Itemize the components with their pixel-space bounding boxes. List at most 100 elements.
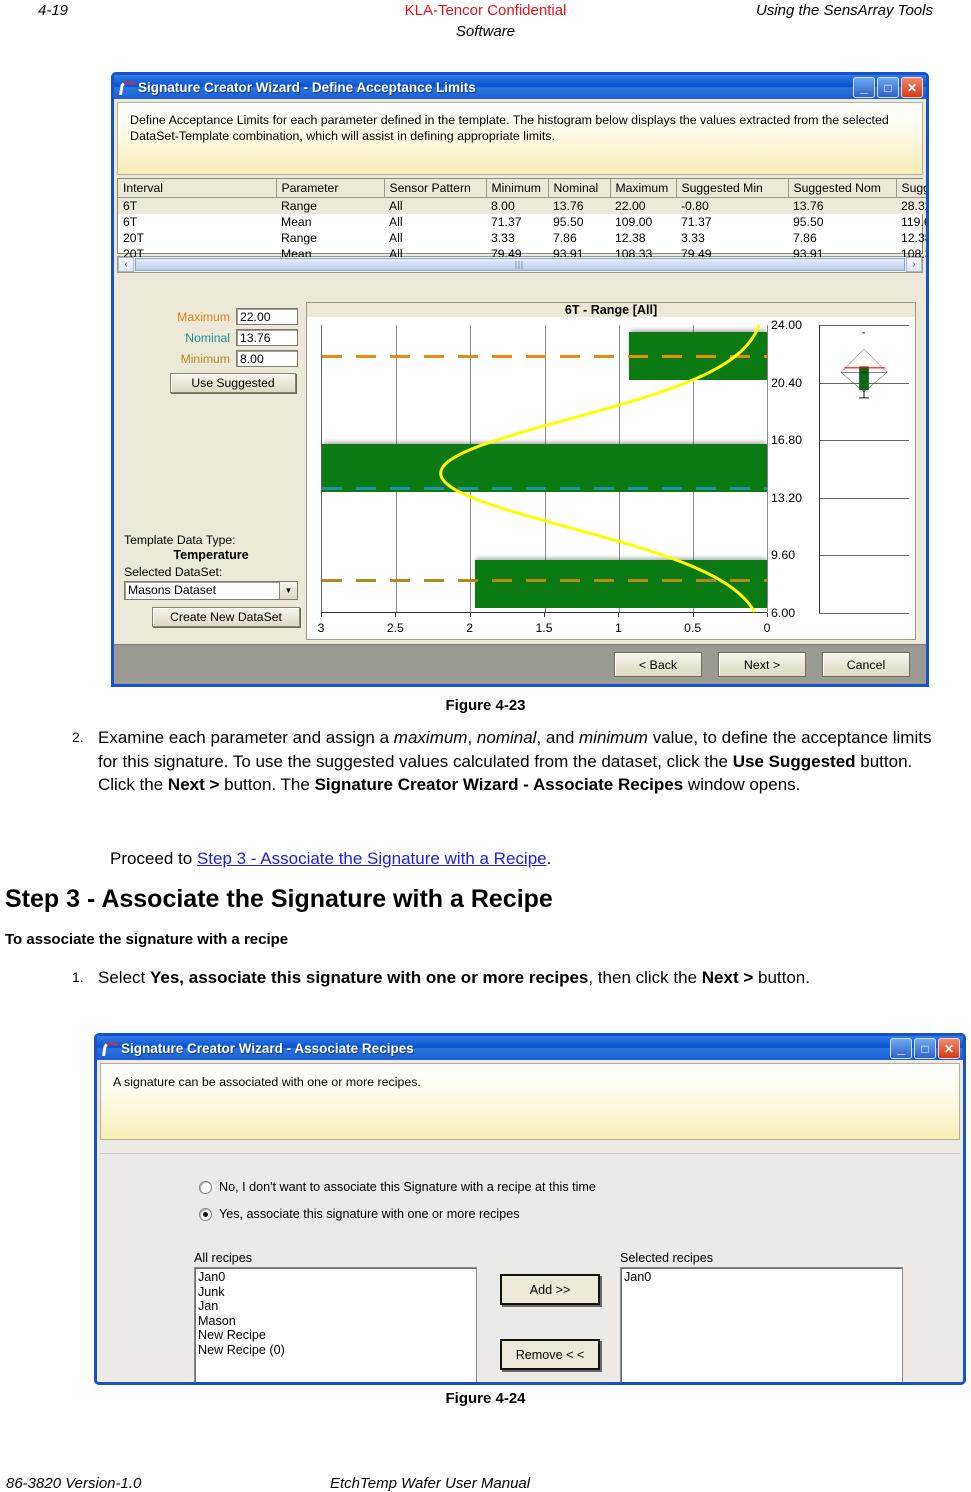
radio-no-associate[interactable]: No, I don't want to associate this Signa… (199, 1180, 596, 1194)
maximize-button[interactable]: □ (877, 77, 899, 98)
table-cell: 28.32 (896, 197, 926, 214)
nominal-row: Nominal 13.76 (120, 329, 298, 346)
column-header-0[interactable]: Interval (118, 179, 277, 198)
dataset-combobox[interactable]: Masons Dataset ▼ (124, 581, 298, 600)
column-header-6[interactable]: Suggested Min (676, 179, 789, 198)
selected-recipes-listbox[interactable]: Jan0 (620, 1267, 903, 1382)
box-plot-graphic (823, 332, 905, 407)
close-button[interactable]: ✕ (938, 1038, 960, 1059)
dialog1-banner: Define Acceptance Limits for each parame… (117, 102, 923, 175)
column-header-3[interactable]: Minimum (486, 179, 549, 198)
list-item[interactable]: Mason (198, 1314, 473, 1329)
x-axis-tick (692, 613, 694, 617)
proceed-text: Proceed to Step 3 - Associate the Signat… (110, 849, 552, 868)
table-cell: 13.76 (788, 197, 896, 214)
maximum-input[interactable]: 22.00 (236, 308, 298, 325)
y-axis-gridline (819, 555, 909, 557)
grid-horizontal-scrollbar[interactable]: ‹ › (117, 256, 923, 273)
cancel-button[interactable]: Cancel (822, 652, 910, 677)
y-axis-tick-label: 24.00 (771, 318, 803, 332)
maximum-label: Maximum (177, 309, 230, 324)
table-cell: 20T (123, 231, 145, 245)
maximize-button[interactable]: □ (914, 1038, 936, 1059)
chevron-down-icon[interactable]: ▼ (279, 582, 297, 599)
dialog2-title-bar[interactable]: Signature Creator Wizard - Associate Rec… (97, 1036, 963, 1060)
step-1-number: 1. (72, 969, 84, 985)
scrollbar-track[interactable] (134, 257, 906, 272)
all-recipes-label: All recipes (194, 1251, 253, 1265)
create-new-dataset-button[interactable]: Create New DataSet (152, 607, 300, 627)
nominal-input[interactable]: 13.76 (236, 329, 298, 346)
radio-yes-associate[interactable]: Yes, associate this signature with one o… (199, 1207, 596, 1221)
table-header-row: Interval Parameter Sensor Pattern Minimum No… (118, 179, 926, 198)
next-button[interactable]: Next > (718, 652, 806, 677)
chart-plot-area[interactable] (321, 325, 768, 613)
list-item[interactable]: New Recipe (0) (198, 1343, 473, 1358)
table-cell: 22.00 (610, 197, 676, 214)
table-cell: 3.33 (681, 231, 705, 245)
y-axis-line (819, 325, 820, 613)
column-header-4[interactable]: Nominal (548, 179, 611, 198)
dialog1-title-bar[interactable]: Signature Creator Wizard - Define Accept… (114, 75, 926, 99)
list-item[interactable]: Jan0 (198, 1270, 473, 1285)
column-header-5[interactable]: Maximum (610, 179, 677, 198)
column-header-8[interactable]: Suggested M (896, 179, 926, 198)
scroll-right-arrow[interactable]: › (906, 257, 922, 272)
y-axis-tick-label: 16.80 (771, 433, 803, 448)
list-item[interactable]: Jan0 (624, 1270, 899, 1285)
table-cell: 71.37 (491, 215, 522, 229)
x-axis-tick-label: 1.5 (535, 621, 553, 635)
radio-button-icon[interactable] (199, 1180, 212, 1194)
table-cell: 3.33 (491, 231, 515, 245)
dialog-associate-recipes: Signature Creator Wizard - Associate Rec… (94, 1033, 966, 1385)
minimize-button[interactable]: _ (890, 1038, 912, 1059)
table-row[interactable]: 6T Range All 8.00 13.76 22.00 -0.80 13.76 28.32 (118, 197, 926, 214)
dialog1-button-bar: < Back Next > Cancel (114, 644, 926, 684)
scrollbar-thumb[interactable] (135, 258, 905, 271)
all-recipes-listbox[interactable]: Jan0 Junk Jan Mason New Recipe New Recipe (0) (194, 1267, 477, 1382)
table-cell: All (384, 197, 486, 214)
maximum-row: Maximum 22.00 (120, 308, 298, 325)
column-header-2[interactable]: Sensor Pattern (384, 179, 487, 198)
x-axis-tick-label: 0 (763, 621, 771, 635)
list-item[interactable]: New Recipe (198, 1328, 473, 1343)
column-header-1[interactable]: Parameter (276, 179, 385, 198)
all-recipes-section: All recipes Jan0 Junk Jan Mason New Recipe Ne… (194, 1251, 477, 1382)
box-plot-panel: 24.00 20.40 16.80 13.20 9.60 6.00 (771, 318, 909, 620)
back-button[interactable]: < Back (614, 652, 702, 677)
table-cell: 13.76 (548, 197, 610, 214)
dialog1-banner-text: Define Acceptance Limits for each parame… (130, 113, 889, 143)
use-suggested-button[interactable]: Use Suggested (170, 373, 296, 393)
limits-grid[interactable]: Interval Parameter Sensor Pattern Minimum No… (117, 178, 926, 261)
y-axis-tick-label: 6.00 (771, 606, 796, 620)
step-2-paragraph: 2. Examine each parameter and assign a m… (72, 726, 953, 797)
selected-recipes-section: Selected recipes Jan0 (620, 1251, 903, 1382)
add-button[interactable]: Add >> (500, 1274, 600, 1305)
transfer-buttons: Add >> Remove < < (500, 1274, 600, 1370)
minimum-row: Minimum 8.00 (120, 350, 298, 367)
minimum-input[interactable]: 8.00 (236, 350, 298, 367)
table-row[interactable]: 6T Mean All 71.37 95.50 109.00 71.37 95.50 119.6… (118, 214, 926, 230)
dialog2-content: No, I don't want to associate this Signa… (100, 1153, 960, 1382)
column-header-7[interactable]: Suggested Nom (788, 179, 897, 198)
chart-title: 6T - Range [All] (307, 303, 915, 317)
scrollbar-grip-icon (515, 260, 525, 269)
remove-button[interactable]: Remove < < (500, 1339, 600, 1370)
scroll-left-arrow[interactable]: ‹ (118, 257, 134, 272)
table-cell: All (389, 215, 403, 229)
radio-button-selected-icon[interactable] (199, 1207, 212, 1221)
page-header: 4-19 KLA-Tencor Confidential Software Us… (0, 0, 971, 50)
step-2-number: 2. (72, 729, 84, 745)
wizard-icon (102, 1041, 117, 1056)
close-button[interactable]: ✕ (901, 77, 923, 98)
table-row[interactable]: 20T Range All 3.33 7.86 12.38 3.33 7.86 12.38 (118, 230, 926, 246)
page-subheading: To associate the signature with a recipe (5, 931, 289, 948)
radio-no-label: No, I don't want to associate this Signa… (219, 1180, 596, 1194)
x-axis-tick-label: 2 (466, 621, 474, 635)
page-heading: Step 3 - Associate the Signature with a … (5, 885, 553, 913)
minimize-button[interactable]: _ (853, 77, 875, 98)
list-item[interactable]: Jan (198, 1299, 473, 1314)
table-cell: 6T (118, 197, 276, 214)
list-item[interactable]: Junk (198, 1285, 473, 1300)
dialog2-title: Signature Creator Wizard - Associate Rec… (121, 1040, 414, 1056)
